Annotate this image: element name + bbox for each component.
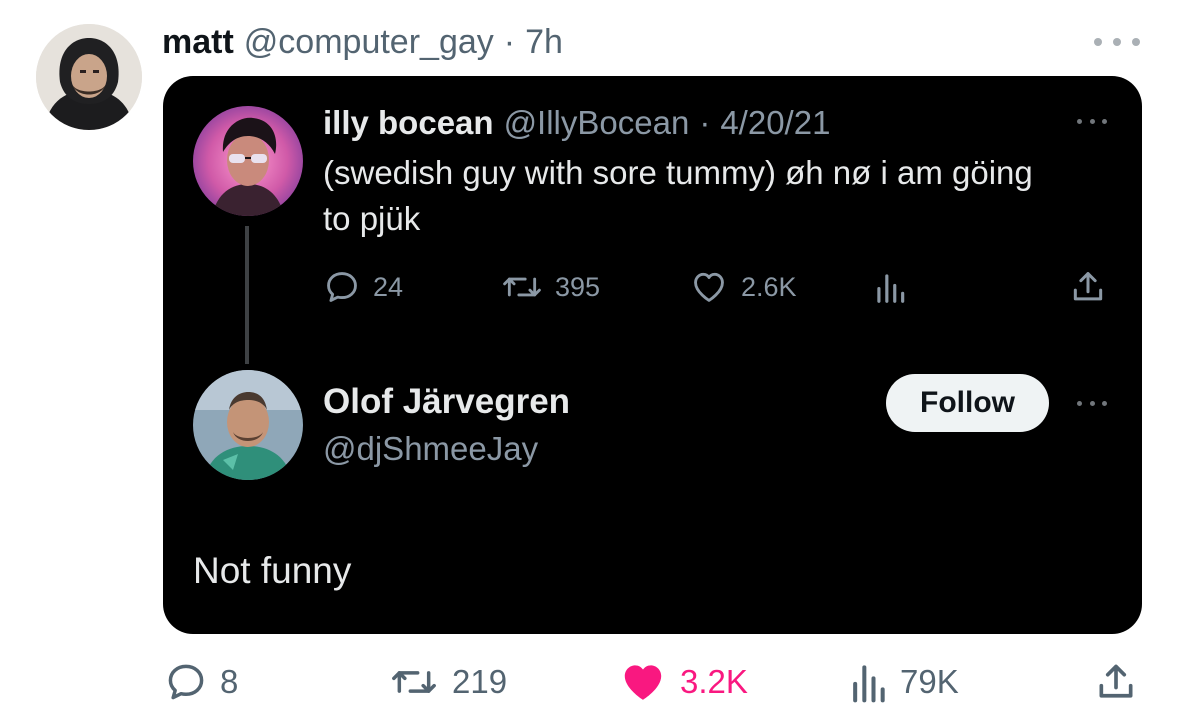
- quoted-tweet-header: illy bocean @IllyBocean · 4/20/21: [323, 103, 830, 143]
- like-count: 3.2K: [680, 663, 748, 700]
- person-avatar-image: [193, 106, 303, 216]
- quoted-tweet-text: (swedish guy with sore tummy) øh nø i am…: [323, 154, 1033, 237]
- thread-connector: [245, 226, 249, 364]
- separator-dot: ·: [699, 104, 711, 141]
- author-name[interactable]: matt: [162, 23, 234, 62]
- retweet-count: 219: [452, 663, 508, 700]
- embedded-image[interactable]: illy bocean @IllyBocean · 4/20/21 (swedi…: [163, 76, 1142, 634]
- quoted-author-handle: @IllyBocean: [503, 104, 690, 141]
- tweet-time[interactable]: 7h: [525, 23, 563, 62]
- views-icon: [877, 274, 905, 303]
- reply-icon: [168, 664, 204, 700]
- more-horizontal-icon[interactable]: [1094, 30, 1140, 54]
- person-avatar-image: [193, 370, 303, 480]
- quoted-share-metric: [1069, 268, 1107, 306]
- reply-count: 8: [220, 663, 239, 700]
- quoted-like-metric: 2.6K: [689, 268, 797, 306]
- quoted-retweet-metric: 395: [501, 268, 600, 306]
- author-avatar[interactable]: [36, 24, 142, 130]
- follow-button: Follow: [886, 374, 1049, 432]
- quoted-views-metric: [873, 268, 907, 306]
- heart-filled-icon: [624, 665, 662, 700]
- quoted-author-avatar: [193, 106, 303, 216]
- views-count: 79K: [900, 663, 959, 700]
- quoted-author-name: illy bocean: [323, 104, 494, 141]
- views-icon: [853, 665, 885, 703]
- more-horizontal-icon: [1077, 398, 1107, 408]
- share-button[interactable]: [1094, 660, 1138, 704]
- quoted-reply-metric: 24: [323, 268, 403, 306]
- quoted-reply-count: 24: [373, 271, 404, 302]
- quoted-tweet-date: 4/20/21: [720, 104, 831, 141]
- reply-icon: [327, 272, 357, 302]
- quoted-retweet-count: 395: [555, 271, 601, 302]
- reply-button[interactable]: 8: [164, 660, 238, 704]
- more-horizontal-icon: [1077, 116, 1107, 126]
- retweet-icon: [392, 671, 436, 693]
- reply-author-handle: @djShmeeJay: [323, 430, 539, 467]
- separator-dot: ·: [503, 22, 516, 61]
- person-avatar-image: [36, 24, 142, 130]
- reply-author-avatar: [193, 370, 303, 480]
- author-handle[interactable]: @computer_gay: [244, 23, 494, 62]
- share-icon: [1099, 664, 1133, 698]
- tweet: matt @computer_gay · 7h illy bocean @Ill…: [0, 0, 1179, 721]
- views-button[interactable]: 79K: [848, 660, 959, 704]
- share-icon: [1073, 272, 1103, 301]
- reply-text: Not funny: [193, 550, 352, 591]
- like-button[interactable]: 3.2K: [618, 660, 748, 704]
- quoted-like-count: 2.6K: [741, 271, 797, 302]
- tweet-header: matt @computer_gay · 7h: [162, 20, 563, 64]
- heart-icon: [694, 272, 724, 302]
- retweet-icon: [503, 277, 541, 297]
- reply-author-name: Olof Järvegren: [323, 382, 571, 421]
- retweet-button[interactable]: 219: [388, 660, 507, 704]
